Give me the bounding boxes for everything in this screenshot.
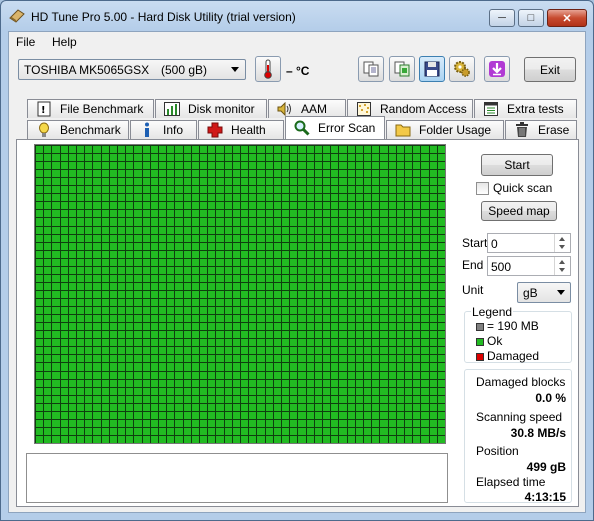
tab-health[interactable]: Health: [198, 120, 284, 139]
error-scan-panel: Start Quick scan Speed map Start 0 End 5…: [16, 139, 579, 507]
end-position-input[interactable]: 500: [487, 256, 571, 276]
quick-scan-checkbox[interactable]: [476, 182, 489, 195]
drive-size: (500 gB): [161, 63, 208, 77]
menu-bar: File Help: [9, 32, 585, 52]
title-bar[interactable]: HD Tune Pro 5.00 - Hard Disk Utility (tr…: [1, 1, 593, 31]
drive-select[interactable]: TOSHIBA MK5065GSX (500 gB): [18, 59, 246, 80]
health-cross-icon: [207, 122, 223, 138]
app-window: HD Tune Pro 5.00 - Hard Disk Utility (tr…: [0, 0, 594, 521]
floppy-disk-icon: [424, 61, 440, 77]
damaged-blocks-label: Damaged blocks: [476, 375, 566, 389]
legend-swatch-ok: [476, 338, 484, 346]
chevron-down-icon: [231, 67, 239, 72]
position-value: 499 gB: [526, 460, 566, 474]
start-position-label: Start: [462, 236, 488, 250]
temperature-readout: – °C: [286, 64, 310, 78]
quick-scan-label: Quick scan: [493, 181, 553, 195]
legend-block-size: = 190 MB: [487, 319, 539, 333]
tab-folder-usage[interactable]: Folder Usage: [386, 120, 504, 139]
minimize-button[interactable]: ─: [489, 9, 515, 27]
svg-text:!: !: [41, 105, 46, 116]
extra-tests-icon: [483, 101, 499, 117]
legend-swatch-block: [476, 323, 484, 331]
close-button[interactable]: ✕: [547, 9, 587, 27]
unit-select[interactable]: gB: [517, 282, 571, 303]
damaged-blocks-value: 0.0 %: [535, 391, 566, 405]
thermometer-icon: [264, 59, 272, 79]
save-button[interactable]: [419, 56, 445, 82]
error-scan-block-map: [34, 144, 446, 444]
download-arrow-icon: [489, 61, 505, 77]
copy-screenshot-button[interactable]: [389, 56, 415, 82]
menu-help[interactable]: Help: [52, 35, 77, 49]
drive-name: TOSHIBA MK5065GSX: [24, 63, 150, 77]
tab-file-benchmark[interactable]: ! File Benchmark: [27, 99, 154, 118]
exit-button[interactable]: Exit: [524, 57, 576, 82]
tab-benchmark[interactable]: Benchmark: [27, 120, 129, 139]
copy-icon: [363, 61, 379, 77]
end-position-label: End: [462, 258, 484, 272]
spin-arrows-icon[interactable]: [554, 257, 570, 275]
gears-icon: [454, 61, 470, 77]
trash-icon: [514, 122, 530, 138]
tab-info[interactable]: Info: [130, 120, 197, 139]
benchmark-icon: [36, 122, 52, 138]
chevron-down-icon: [557, 290, 565, 295]
folder-icon: [395, 122, 411, 138]
copy-info-button[interactable]: [358, 56, 384, 82]
file-benchmark-icon: !: [36, 101, 52, 117]
start-position-input[interactable]: 0: [487, 233, 571, 253]
disk-monitor-icon: [164, 101, 180, 117]
client-area: File Help TOSHIBA MK5065GSX (500 gB) – °…: [8, 31, 586, 513]
options-button[interactable]: [449, 56, 475, 82]
tab-disk-monitor[interactable]: Disk monitor: [155, 99, 267, 118]
download-button[interactable]: [484, 56, 510, 82]
speed-map-button[interactable]: Speed map: [481, 201, 557, 221]
random-access-icon: [356, 101, 372, 117]
speaker-icon: [277, 101, 293, 117]
magnifier-icon: [294, 120, 310, 136]
unit-label: Unit: [462, 283, 484, 297]
hard-disk-app-icon: [9, 9, 25, 23]
block-map-canvas: [35, 145, 445, 443]
elapsed-time-label: Elapsed time: [476, 475, 546, 489]
scanning-speed-value: 30.8 MB/s: [510, 426, 566, 440]
tab-extra-tests[interactable]: Extra tests: [474, 99, 577, 118]
tab-erase[interactable]: Erase: [505, 120, 577, 139]
scan-log-box[interactable]: [26, 453, 448, 503]
maximize-button[interactable]: □: [518, 9, 544, 27]
window-title: HD Tune Pro 5.00 - Hard Disk Utility (tr…: [31, 10, 296, 24]
legend-ok-label: Ok: [487, 334, 503, 348]
menu-file[interactable]: File: [16, 35, 35, 49]
start-scan-button[interactable]: Start: [481, 154, 553, 176]
copy-green-icon: [394, 61, 410, 77]
elapsed-time-value: 4:13:15: [524, 490, 566, 504]
spin-arrows-icon[interactable]: [554, 234, 570, 252]
legend-title: Legend: [471, 305, 514, 319]
scanning-speed-label: Scanning speed: [476, 410, 563, 424]
legend-damaged-label: Damaged: [487, 349, 540, 363]
position-label: Position: [476, 444, 519, 458]
tab-error-scan[interactable]: Error Scan: [285, 116, 385, 139]
legend-swatch-damaged: [476, 353, 484, 361]
info-icon: [139, 122, 155, 138]
temperature-button[interactable]: [255, 56, 281, 82]
